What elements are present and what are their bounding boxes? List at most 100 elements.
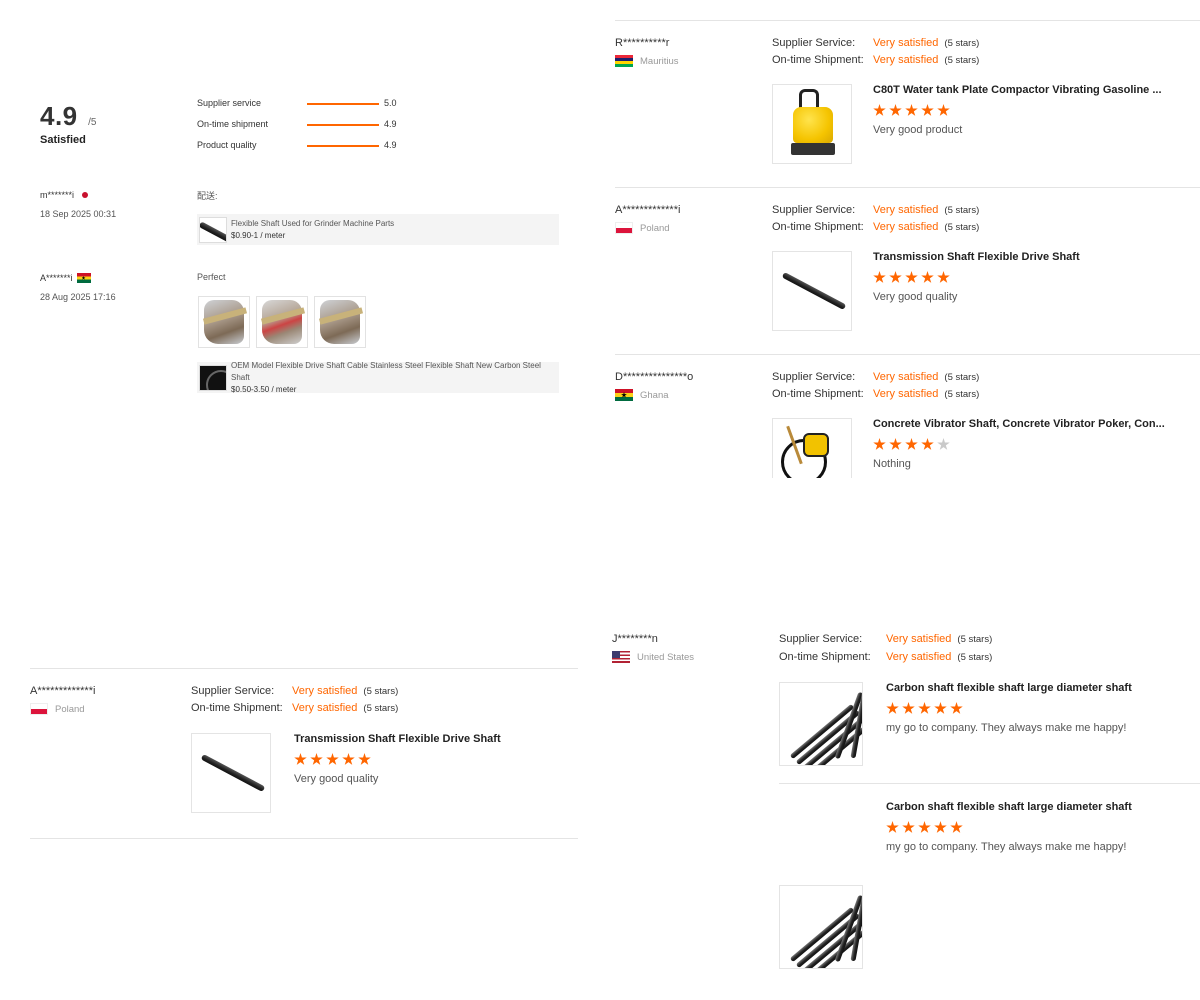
- product-image[interactable]: [779, 885, 863, 969]
- product-rating-stars: [873, 271, 1080, 284]
- reviewer-name: J********n: [612, 633, 658, 645]
- star-filled-icon: [294, 753, 307, 765]
- star-filled-icon: [950, 821, 963, 833]
- divider: [615, 354, 1200, 355]
- reviewer-country: United States: [612, 651, 694, 663]
- product-title[interactable]: Transmission Shaft Flexible Drive Shaft: [294, 733, 501, 745]
- review-comment: my go to company. They always make me ha…: [886, 722, 1127, 734]
- reviewer-name: A*******i: [40, 273, 73, 283]
- star-filled-icon: [873, 104, 886, 116]
- product-image[interactable]: [191, 733, 271, 813]
- divider: [615, 20, 1200, 21]
- reviewer-name-row: m*******i: [40, 190, 116, 200]
- product-review: Transmission Shaft Flexible Drive Shaft …: [873, 251, 1080, 303]
- review-photos: [198, 296, 366, 348]
- product-image[interactable]: [779, 682, 863, 766]
- product-rating-stars: [873, 104, 1162, 117]
- review-ratings: Supplier Service: Very satisfied (5 stars)…: [772, 371, 979, 400]
- review-product-link[interactable]: OEM Model Flexible Drive Shaft Cable Sta…: [197, 361, 559, 394]
- metric-value: 4.9: [384, 119, 397, 129]
- star-filled-icon: [326, 753, 339, 765]
- reviewer-country: Ghana: [615, 389, 693, 401]
- star-filled-icon: [934, 702, 947, 714]
- product-rating-stars: [294, 753, 501, 766]
- product-image[interactable]: [772, 84, 852, 164]
- review-text: Perfect: [197, 272, 226, 282]
- product-title[interactable]: Carbon shaft flexible shaft large diamet…: [886, 682, 1132, 694]
- review-item: D***************o Ghana Supplier Service…: [615, 371, 1200, 478]
- reviewer-name: A*************i: [615, 204, 681, 216]
- product-image[interactable]: [772, 418, 852, 478]
- product-image[interactable]: [772, 251, 852, 331]
- poland-flag-icon: [30, 703, 48, 715]
- supplier-service-rating: Supplier Service: Very satisfied (5 stars): [772, 204, 980, 216]
- reviewer-info: A*************i Poland: [615, 204, 680, 234]
- review-photo[interactable]: [256, 296, 308, 348]
- product-title: Flexible Shaft Used for Grinder Machine …: [231, 218, 395, 228]
- compact-review: m*******i 18 Sep 2025 00:31: [40, 190, 116, 219]
- star-empty-icon: [937, 438, 950, 450]
- product-thumbnail: [199, 216, 227, 243]
- star-filled-icon: [889, 104, 902, 116]
- star-filled-icon: [934, 821, 947, 833]
- product-review: Concrete Vibrator Shaft, Concrete Vibrat…: [873, 418, 1165, 470]
- reviewer-name: m*******i: [40, 190, 75, 200]
- review-photo[interactable]: [198, 296, 250, 348]
- review-date: 28 Aug 2025 17:16: [40, 292, 116, 302]
- japan-flag-icon: [78, 190, 93, 200]
- star-filled-icon: [921, 271, 934, 283]
- star-filled-icon: [902, 821, 915, 833]
- ontime-shipment-rating: On-time Shipment: Very satisfied (5 stars): [772, 54, 980, 66]
- star-filled-icon: [937, 271, 950, 283]
- metric-label: Supplier service: [197, 98, 262, 108]
- reviewer-country: Poland: [615, 222, 680, 234]
- supplier-service-rating: Supplier Service: Very satisfied (5 stars): [772, 37, 980, 49]
- star-filled-icon: [905, 104, 918, 116]
- poland-flag-icon: [615, 222, 633, 234]
- review-product-link[interactable]: Flexible Shaft Used for Grinder Machine …: [197, 214, 559, 245]
- review-ratings: Supplier Service: Very satisfied (5 stars)…: [191, 685, 398, 714]
- score-max: /5: [88, 117, 97, 128]
- star-filled-icon: [310, 753, 323, 765]
- review-comment: my go to company. They always make me ha…: [886, 841, 1127, 853]
- mauritius-flag-icon: [615, 55, 633, 67]
- divider: [615, 187, 1200, 188]
- star-filled-icon: [905, 271, 918, 283]
- metric-supplier-service: Supplier service 5.0: [197, 98, 397, 119]
- metric-ontime-shipment: On-time shipment 4.9: [197, 119, 397, 140]
- star-filled-icon: [889, 271, 902, 283]
- star-filled-icon: [342, 753, 355, 765]
- product-title[interactable]: Transmission Shaft Flexible Drive Shaft: [873, 251, 1080, 263]
- star-filled-icon: [918, 702, 931, 714]
- product-title[interactable]: Carbon shaft flexible shaft large diamet…: [886, 801, 1132, 813]
- usa-flag-icon: [612, 651, 630, 663]
- product-review: Carbon shaft flexible shaft large diamet…: [886, 801, 1132, 853]
- review-item: A*************i Poland Supplier Service:…: [615, 204, 1200, 334]
- reviewer-name: A*************i: [30, 685, 96, 697]
- ghana-flag-icon: [76, 273, 91, 283]
- product-thumbnail: [199, 364, 227, 391]
- review-ratings: Supplier Service: Very satisfied (5 stars)…: [772, 204, 979, 233]
- star-filled-icon: [889, 438, 902, 450]
- review-item: J********n United States Supplier Servic…: [612, 633, 1200, 969]
- product-title[interactable]: Concrete Vibrator Shaft, Concrete Vibrat…: [873, 418, 1165, 430]
- supplier-service-rating: Supplier Service: Very satisfied (5 stars): [779, 633, 993, 645]
- divider: [30, 668, 578, 669]
- reviewer-info: D***************o Ghana: [615, 371, 693, 401]
- star-filled-icon: [886, 702, 899, 714]
- metric-bar: [307, 103, 379, 105]
- product-review: Carbon shaft flexible shaft large diamet…: [886, 682, 1132, 734]
- star-filled-icon: [873, 438, 886, 450]
- star-filled-icon: [950, 702, 963, 714]
- product-title[interactable]: C80T Water tank Plate Compactor Vibratin…: [873, 84, 1162, 96]
- review-item: R**********r Mauritius Supplier Service:…: [615, 37, 1200, 167]
- star-filled-icon: [937, 104, 950, 116]
- review-comment: Very good quality: [873, 291, 958, 303]
- metric-value: 5.0: [384, 98, 397, 108]
- review-photo[interactable]: [314, 296, 366, 348]
- review-ratings: Supplier Service: Very satisfied (5 stars)…: [779, 633, 992, 663]
- product-price: $0.50-3.50 / meter: [231, 384, 297, 394]
- star-filled-icon: [902, 702, 915, 714]
- star-filled-icon: [921, 438, 934, 450]
- product-rating-stars: [886, 821, 1132, 834]
